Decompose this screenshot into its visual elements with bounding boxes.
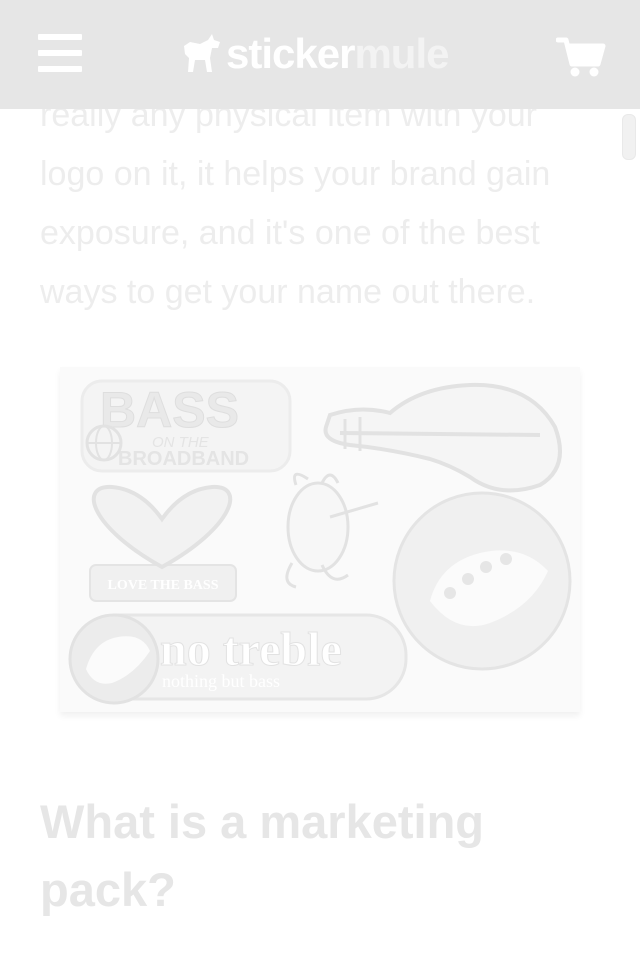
intro-paragraph: really any physical item with your logo …: [40, 96, 551, 311]
bass-guitar-sticker: [323, 382, 562, 493]
no-treble-sticker: no treble nothing but bass: [68, 613, 408, 705]
no-treble-text: no treble: [160, 623, 342, 676]
stickermule-logo[interactable]: stickermule: [180, 26, 449, 82]
sticker-sheet-image: BASS ON THE BROADBAND LOVE THE BASS no t…: [60, 367, 580, 712]
bass-title-text: BASS: [100, 382, 239, 438]
nothing-but-bass-text: nothing but bass: [162, 671, 280, 691]
bass-broadband-sticker: BASS ON THE BROADBAND: [80, 379, 292, 473]
love-the-bass-text: LOVE THE BASS: [107, 578, 218, 593]
round-bass-sticker: [392, 491, 572, 671]
love-the-bass-sticker: LOVE THE BASS: [89, 484, 237, 602]
mule-icon: [184, 34, 220, 72]
shopping-cart-icon[interactable]: [556, 36, 606, 78]
section-heading: What is a marketing pack?: [40, 795, 484, 916]
top-nav-bar: stickermule: [0, 0, 640, 109]
menu-button[interactable]: [38, 34, 82, 74]
logo-word-mule: mule: [354, 30, 449, 77]
bee-guitar-sticker: [285, 472, 379, 589]
scrollbar-thumb[interactable]: [622, 114, 636, 160]
logo-word-sticker: sticker: [226, 30, 355, 77]
broadband-text: BROADBAND: [118, 448, 249, 470]
